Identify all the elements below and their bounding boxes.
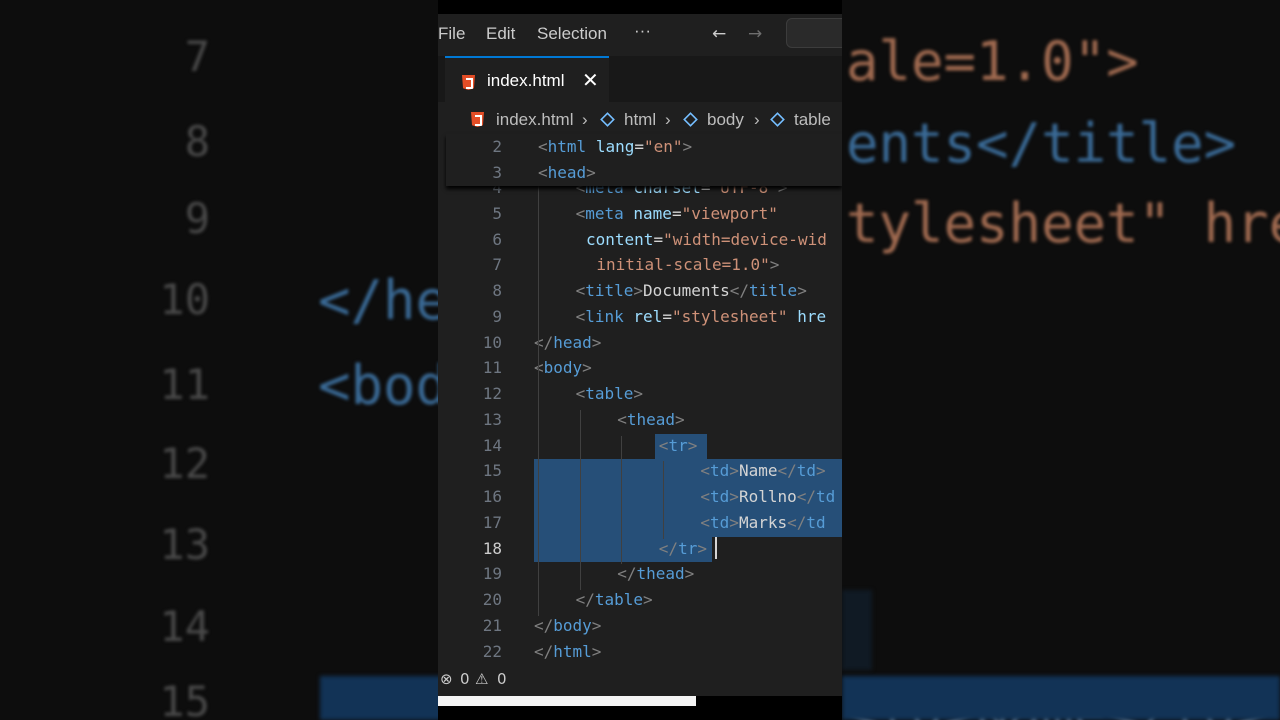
- line-number: 3: [492, 163, 502, 182]
- chevron-right-icon: ›: [754, 110, 760, 129]
- sticky-code-line[interactable]: <head>: [538, 163, 596, 182]
- line-number: 2: [492, 137, 502, 156]
- taskbar-strip: [438, 696, 842, 720]
- code-line[interactable]: </head>: [534, 333, 601, 352]
- text-cursor: [714, 536, 717, 559]
- element-icon: [683, 112, 698, 127]
- line-number: 10: [482, 332, 502, 352]
- line-number: 5: [492, 203, 502, 223]
- background-code-line: ents</title>: [846, 112, 1237, 175]
- code-line[interactable]: <body>: [534, 358, 592, 377]
- indent-guide: [621, 435, 623, 565]
- code-editor[interactable]: 4 <meta charset="UTF-8"> 5 <meta name="view…: [438, 134, 842, 664]
- sticky-code-line[interactable]: <html lang="en">: [538, 137, 692, 156]
- code-line[interactable]: </tr>: [659, 539, 707, 558]
- line-number: 16: [482, 487, 502, 506]
- background-code-line: ale=1.0">: [846, 30, 1139, 93]
- code-line[interactable]: <title>Documents</title>: [576, 281, 807, 300]
- chevron-right-icon: ›: [582, 110, 588, 129]
- forward-arrow-icon[interactable]: →: [748, 24, 762, 44]
- element-icon: [600, 112, 615, 127]
- indent-guide: [662, 461, 664, 539]
- background-line-number: 7: [184, 32, 210, 81]
- line-number: 8: [492, 281, 502, 300]
- background-line-number: 11: [159, 360, 210, 409]
- breadcrumb-html[interactable]: html: [624, 110, 656, 130]
- code-line[interactable]: <td>Marks</td: [700, 513, 825, 532]
- background-line-number: 13: [159, 520, 210, 569]
- close-icon[interactable]: ✕: [582, 68, 599, 92]
- tab-label: index.html: [487, 71, 565, 90]
- tab-bar: index.html ✕: [438, 56, 842, 102]
- background-line-number: 15: [159, 677, 210, 720]
- code-line[interactable]: <table>: [576, 384, 643, 403]
- status-bar: ⊗ 0 ⚠ 0: [438, 664, 842, 696]
- taskbar-search-box: [438, 696, 696, 706]
- line-number: 20: [482, 590, 502, 609]
- warning-count: 0: [497, 670, 507, 688]
- background-right-panel: ale=1.0">ents</title>tylesheet" hre<td>N…: [842, 0, 1280, 720]
- more-menu-icon[interactable]: ···: [634, 21, 651, 41]
- html5-file-icon: [462, 75, 475, 90]
- background-line-number: 14: [159, 602, 210, 651]
- code-line[interactable]: initial-scale=1.0">: [596, 255, 779, 274]
- code-line[interactable]: </html>: [534, 642, 601, 661]
- warning-icon[interactable]: ⚠: [475, 670, 488, 688]
- code-line[interactable]: <td>Name</td>: [700, 461, 825, 480]
- top-strip: [438, 0, 842, 14]
- line-number: 21: [482, 615, 502, 635]
- line-number: 15: [482, 461, 502, 481]
- breadcrumb-file[interactable]: index.html: [496, 110, 573, 130]
- background-left-panel: 7 8 9 10 </he 11 <bod 12 13 14 15: [0, 0, 438, 720]
- menu-file[interactable]: File: [438, 24, 465, 44]
- indent-guide: [579, 409, 581, 590]
- element-icon: [770, 112, 785, 127]
- back-arrow-icon[interactable]: ←: [712, 24, 726, 44]
- background-line-number: 10: [159, 275, 210, 324]
- command-center-search[interactable]: [786, 18, 842, 48]
- background-line-number: 12: [159, 439, 210, 488]
- line-number: 9: [492, 306, 502, 326]
- indent-guide: [538, 178, 539, 616]
- line-number: 12: [482, 384, 502, 403]
- code-line[interactable]: </body>: [534, 616, 601, 635]
- code-line[interactable]: <thead>: [617, 410, 684, 429]
- line-number: 22: [482, 641, 502, 661]
- error-count: 0: [460, 670, 470, 688]
- background-line-number: 9: [184, 194, 210, 243]
- line-number: 18: [482, 538, 502, 558]
- background-line-number: 8: [184, 117, 210, 166]
- breadcrumb-table[interactable]: table: [794, 110, 831, 130]
- line-number: 14: [482, 435, 502, 455]
- line-number: 6: [492, 229, 502, 249]
- breadcrumb: index.html › html › body › table: [438, 104, 842, 134]
- line-number: 11: [482, 358, 502, 378]
- error-icon[interactable]: ⊗: [440, 670, 453, 688]
- menu-edit[interactable]: Edit: [486, 24, 515, 44]
- code-line[interactable]: content="width=device-wid: [586, 230, 827, 249]
- code-line[interactable]: <link rel="stylesheet" hre: [576, 307, 827, 326]
- code-line[interactable]: <tr>: [659, 436, 698, 455]
- menu-bar: File Edit Selection ··· ← →: [438, 14, 842, 56]
- chevron-right-icon: ›: [665, 110, 671, 129]
- background-code-line: <bod: [318, 354, 438, 417]
- breadcrumb-body[interactable]: body: [707, 110, 744, 130]
- background-code-line: </he: [318, 269, 438, 332]
- html5-file-icon: [471, 112, 484, 127]
- editor-window: File Edit Selection ··· ← → index.html ✕…: [438, 0, 842, 720]
- code-line[interactable]: </table>: [576, 590, 653, 609]
- sticky-scroll-header: 2 <html lang="en"> 3 <head>: [446, 134, 842, 186]
- code-line[interactable]: <td>Rollno</td: [700, 487, 835, 506]
- menu-selection[interactable]: Selection: [537, 24, 607, 44]
- line-number: 19: [482, 564, 502, 584]
- line-number: 13: [482, 409, 502, 429]
- line-number: 7: [492, 255, 502, 275]
- code-line[interactable]: <meta name="viewport": [576, 204, 778, 223]
- line-number: 17: [482, 512, 502, 532]
- code-line[interactable]: </thead>: [617, 564, 694, 583]
- tab-index-html[interactable]: index.html ✕: [445, 56, 609, 102]
- background-code-line: tylesheet" hre: [846, 192, 1280, 255]
